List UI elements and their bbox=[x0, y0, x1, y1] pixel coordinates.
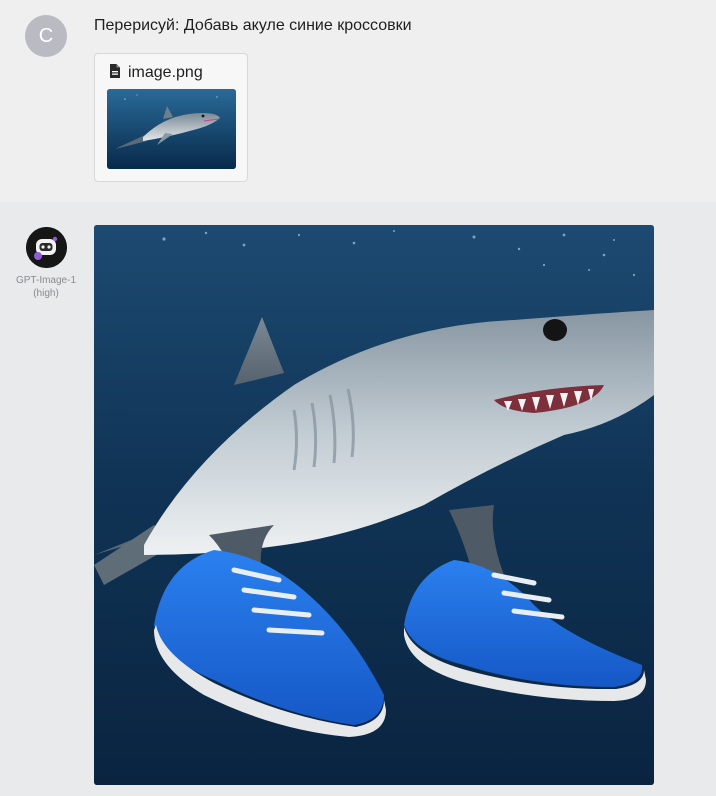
generated-image[interactable] bbox=[94, 225, 654, 785]
image-attachment-card[interactable]: image.png bbox=[94, 53, 248, 182]
user-avatar[interactable]: C bbox=[25, 15, 67, 57]
user-message-row: C Перерисуй: Добавь акуле синие кроссовк… bbox=[0, 0, 716, 202]
shark-with-sneakers-image bbox=[94, 225, 654, 785]
assistant-message-row: GPT-Image-1 (high) bbox=[0, 202, 716, 796]
attachment-header: image.png bbox=[109, 63, 203, 83]
attachment-thumbnail[interactable] bbox=[107, 89, 236, 169]
model-name: GPT-Image-1 bbox=[15, 275, 77, 286]
model-name-label: GPT-Image-1 (high) bbox=[10, 274, 82, 300]
user-message-text: Перерисуй: Добавь акуле синие кроссовки bbox=[94, 17, 412, 34]
bot-avatar[interactable] bbox=[26, 227, 67, 268]
file-icon bbox=[109, 63, 121, 83]
robot-avatar-icon bbox=[26, 227, 67, 268]
attachment-file-name[interactable]: image.png bbox=[128, 64, 203, 82]
shark-thumbnail-image bbox=[107, 89, 236, 169]
model-variant: (high) bbox=[33, 288, 59, 299]
